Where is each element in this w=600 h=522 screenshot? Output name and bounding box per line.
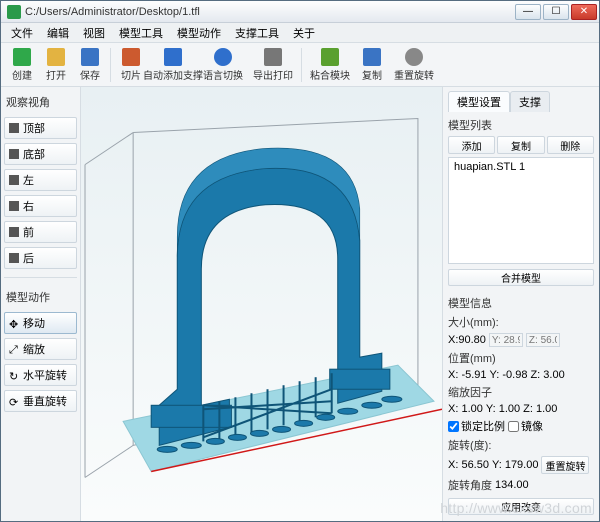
action-group-title: 模型动作 <box>4 286 77 308</box>
pos-x: X: -5.91 <box>448 369 487 381</box>
tab-support[interactable]: 支撑 <box>510 91 550 112</box>
model-info-label: 模型信息 <box>448 295 594 311</box>
view-group-title: 观察视角 <box>4 91 77 113</box>
left-panel: 观察视角 顶部 底部 左 右 前 后 模型动作 ✥移动 ⤢缩放 ↻水平旋转 ⟳垂… <box>1 87 81 521</box>
list-item[interactable]: huapian.STL 1 <box>451 160 591 174</box>
action-scale[interactable]: ⤢缩放 <box>4 338 77 360</box>
hrotate-icon: ↻ <box>9 370 19 380</box>
scale-icon: ⤢ <box>9 344 19 354</box>
menu-edit[interactable]: 编辑 <box>41 23 75 43</box>
action-move[interactable]: ✥移动 <box>4 312 77 334</box>
rot-x: X: 56.50 <box>448 459 489 471</box>
menu-file[interactable]: 文件 <box>5 23 39 43</box>
titlebar: C:/Users/Administrator/Desktop/1.tfl — ☐… <box>1 1 599 23</box>
view-top[interactable]: 顶部 <box>4 117 77 139</box>
right-panel: 模型设置 支撑 模型列表 添加 复制 删除 huapian.STL 1 合并模型… <box>443 87 599 521</box>
model-list-label: 模型列表 <box>448 117 594 133</box>
apply-button[interactable]: 应用改变 <box>448 498 594 515</box>
pos-y: Y: -0.98 <box>490 369 528 381</box>
size-z <box>526 333 560 347</box>
toolbar: 创建 打开 保存 切片 自动添加支撑 语言切换 导出打印 粘合模块 复制 重置旋… <box>1 43 599 87</box>
reset-rotation-button[interactable]: 重置旋转 <box>389 45 439 85</box>
scale-x: X: 1.00 <box>448 403 483 415</box>
view-bottom[interactable]: 底部 <box>4 143 77 165</box>
copy-button[interactable]: 复制 <box>355 45 389 85</box>
app-icon <box>7 5 21 19</box>
menu-model-action[interactable]: 模型动作 <box>171 23 227 43</box>
save-button[interactable]: 保存 <box>73 45 107 85</box>
menu-model-tool[interactable]: 模型工具 <box>113 23 169 43</box>
model-listbox[interactable]: huapian.STL 1 <box>448 157 594 264</box>
open-button[interactable]: 打开 <box>39 45 73 85</box>
menu-support-tool[interactable]: 支撑工具 <box>229 23 285 43</box>
new-button[interactable]: 创建 <box>5 45 39 85</box>
mirror-checkbox[interactable]: 镜像 <box>508 418 543 434</box>
move-icon: ✥ <box>9 318 19 328</box>
tab-model-settings[interactable]: 模型设置 <box>448 91 510 112</box>
language-button[interactable]: 语言切换 <box>198 45 248 85</box>
view-front[interactable]: 前 <box>4 221 77 243</box>
window-title: C:/Users/Administrator/Desktop/1.tfl <box>25 6 513 18</box>
maximize-button[interactable]: ☐ <box>543 4 569 20</box>
menu-about[interactable]: 关于 <box>287 23 321 43</box>
view-back[interactable]: 后 <box>4 247 77 269</box>
rot-angle: 134.00 <box>495 479 529 491</box>
model-render <box>81 87 442 521</box>
action-vrotate[interactable]: ⟳垂直旋转 <box>4 390 77 412</box>
scale-y: Y: 1.00 <box>486 403 520 415</box>
menubar: 文件 编辑 视图 模型工具 模型动作 支撑工具 关于 <box>1 23 599 43</box>
view-left[interactable]: 左 <box>4 169 77 191</box>
size-y <box>489 333 523 347</box>
size-x: X:90.80 <box>448 334 486 346</box>
add-button[interactable]: 添加 <box>448 136 495 154</box>
view-right[interactable]: 右 <box>4 195 77 217</box>
reset-rot-button[interactable]: 重置旋转 <box>541 456 589 474</box>
scale-z: Z: 1.00 <box>523 403 557 415</box>
lock-ratio-checkbox[interactable]: 锁定比例 <box>448 418 505 434</box>
viewport-3d[interactable] <box>81 87 443 521</box>
delete-button[interactable]: 删除 <box>547 136 594 154</box>
autosupport-button[interactable]: 自动添加支撑 <box>148 45 198 85</box>
vrotate-icon: ⟳ <box>9 396 19 406</box>
action-hrotate[interactable]: ↻水平旋转 <box>4 364 77 386</box>
rot-y: Y: 179.00 <box>492 459 539 471</box>
close-button[interactable]: ✕ <box>571 4 597 20</box>
merge-button[interactable]: 合并模型 <box>448 269 594 286</box>
minimize-button[interactable]: — <box>515 4 541 20</box>
paste-module-button[interactable]: 粘合模块 <box>305 45 355 85</box>
menu-view[interactable]: 视图 <box>77 23 111 43</box>
pos-z: Z: 3.00 <box>530 369 564 381</box>
copy-model-button[interactable]: 复制 <box>497 136 544 154</box>
export-button[interactable]: 导出打印 <box>248 45 298 85</box>
